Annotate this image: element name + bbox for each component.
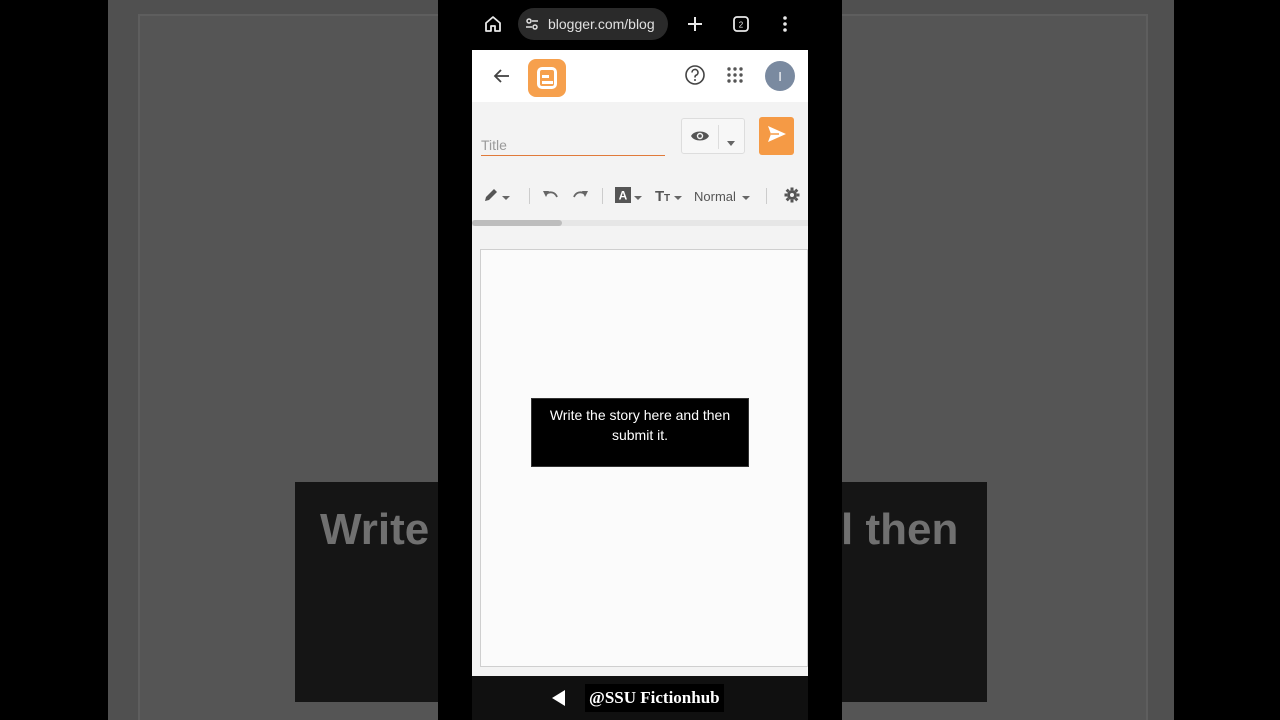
text-color-button[interactable]: A (615, 176, 642, 216)
avatar[interactable]: I (765, 61, 795, 91)
editor-toolbar: A TT Normal (472, 176, 808, 216)
bottom-bar: @SSU Fictionhub (472, 676, 808, 720)
pencil-icon (483, 187, 499, 206)
help-icon[interactable] (684, 64, 706, 91)
play-back-icon[interactable] (552, 690, 565, 706)
compose-mode-menu[interactable] (483, 176, 510, 216)
arrow-back-icon[interactable] (492, 66, 512, 91)
chevron-down-icon (634, 189, 642, 204)
blogger-editor-screen: I Title A T T Normal Write the story her… (472, 50, 808, 676)
site-settings-icon[interactable] (524, 16, 540, 32)
toolbar-divider (529, 188, 530, 204)
publish-button[interactable] (759, 117, 794, 155)
paragraph-format-dropdown[interactable]: Normal (694, 176, 750, 216)
blogger-b-icon (537, 67, 557, 89)
chevron-down-icon (674, 189, 682, 204)
send-icon (767, 125, 787, 148)
blogger-logo[interactable] (528, 59, 566, 97)
toolbar-scrollbar-thumb[interactable] (472, 220, 562, 226)
preview-divider (718, 125, 719, 149)
undo-button[interactable] (542, 176, 559, 216)
phone-screen: blogger.com/blog 2 I Title A T T Normal … (438, 0, 842, 720)
toolbar-divider (602, 188, 603, 204)
toolbar-divider (766, 188, 767, 204)
post-body-editor[interactable]: Write the story here and then submit it. (480, 249, 808, 667)
app-header: I (472, 50, 808, 102)
channel-watermark: @SSU Fictionhub (585, 684, 724, 712)
font-size-button[interactable]: TT (655, 176, 682, 216)
apps-grid-icon[interactable] (726, 66, 744, 89)
tab-switcher-icon[interactable]: 2 (730, 13, 752, 35)
instruction-caption: Write the story here and then submit it. (531, 398, 749, 467)
chevron-down-icon[interactable] (726, 134, 736, 152)
text-color-icon: A (615, 186, 631, 206)
plus-icon[interactable] (684, 13, 706, 35)
blurred-caption-right: l then (841, 505, 959, 554)
home-icon[interactable] (482, 13, 504, 35)
post-title-input[interactable] (481, 134, 665, 156)
font-size-icon: TT (655, 187, 673, 206)
gear-icon (784, 187, 800, 206)
redo-button[interactable] (572, 176, 589, 216)
svg-text:A: A (619, 188, 628, 202)
chevron-down-icon (741, 189, 750, 204)
browser-toolbar: blogger.com/blog 2 (438, 0, 842, 48)
url-text[interactable]: blogger.com/blog (548, 16, 666, 32)
settings-button[interactable] (784, 176, 800, 216)
paragraph-format-label: Normal (694, 188, 736, 204)
preview-button[interactable] (681, 118, 745, 154)
redo-icon (572, 189, 589, 204)
eye-icon (690, 128, 710, 149)
post-title-row (472, 104, 808, 166)
svg-text:T: T (655, 188, 664, 203)
blurred-caption-left: Write (320, 505, 430, 554)
video-frame: Write l then blogger.com/blog 2 I Title … (0, 0, 1280, 720)
svg-text:T: T (664, 193, 670, 203)
address-bar[interactable]: blogger.com/blog (518, 8, 668, 40)
more-vert-icon[interactable] (776, 13, 794, 35)
svg-text:2: 2 (739, 21, 744, 30)
undo-icon (542, 189, 559, 204)
chevron-down-icon (502, 189, 510, 204)
